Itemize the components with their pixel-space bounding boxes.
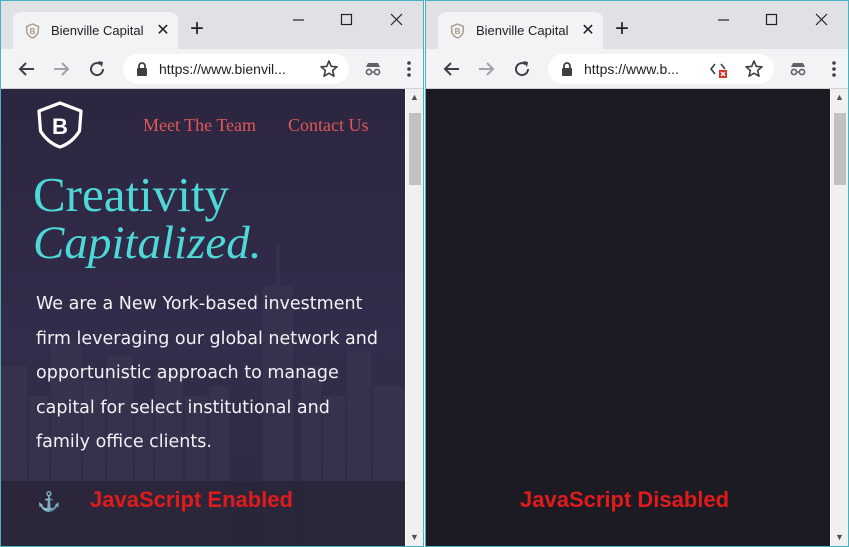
scroll-up-arrow-icon[interactable]: ▲ [406,89,423,106]
bookmark-star-icon[interactable] [319,59,339,79]
new-tab-icon[interactable]: + [610,17,634,41]
address-bar[interactable]: https://www.b... [548,54,774,84]
back-arrow-icon[interactable] [15,57,39,81]
anchor-icon[interactable]: ⚓ [37,490,61,514]
forward-arrow-icon[interactable] [474,57,498,81]
url-text: https://www.b... [584,61,679,77]
javascript-blocked-icon[interactable] [708,59,728,79]
close-tab-icon[interactable]: ✕ [578,21,598,41]
bienville-shield-icon: B [25,23,40,39]
page-content: B Meet The Team Contact Us Creativity Ca… [1,89,405,546]
bienville-logo: B [37,101,83,149]
tab-title: Bienville Capital [476,23,568,38]
caption-javascript-disabled: JavaScript Disabled [520,487,730,512]
new-tab-icon[interactable]: + [185,17,209,41]
scroll-down-arrow-icon[interactable]: ▼ [831,529,848,546]
vertical-scrollbar[interactable]: ▲ ▼ [406,89,423,546]
title-bar: B Bienville Capital ✕ + [1,1,423,49]
lock-icon [137,62,147,76]
intro-paragraph: We are a New York-based investment firm … [36,294,378,452]
browser-tab[interactable]: B Bienville Capital ✕ [438,12,603,49]
minimize-icon[interactable] [285,9,313,31]
svg-text:B: B [30,27,36,36]
scroll-thumb[interactable] [409,113,421,185]
url-text: https://www.bienvil... [159,61,286,77]
lock-icon [562,62,572,76]
page-content-blank: JavaScript Disabled [426,89,830,546]
title-bar: B Bienville Capital ✕ + [426,1,848,49]
incognito-icon[interactable] [361,57,385,81]
address-bar[interactable]: https://www.bienvil... [123,54,349,84]
menu-dots-icon[interactable] [397,57,421,81]
maximize-icon[interactable] [758,9,786,31]
toolbar: https://www.b... [426,49,848,89]
scroll-up-arrow-icon[interactable]: ▲ [831,89,848,106]
reload-icon[interactable] [85,57,109,81]
reload-icon[interactable] [510,57,534,81]
nav-link-contact-us[interactable]: Contact Us [288,115,369,136]
caption-javascript-enabled: JavaScript Enabled [90,487,293,512]
menu-dots-icon[interactable] [822,57,846,81]
tab-title: Bienville Capital [51,23,143,38]
incognito-icon[interactable] [786,57,810,81]
close-window-icon[interactable] [808,9,836,31]
bienville-shield-icon: B [450,23,465,39]
bookmark-star-icon[interactable] [744,59,764,79]
browser-tab[interactable]: B Bienville Capital ✕ [13,12,178,49]
browser-window-js-disabled: B Bienville Capital ✕ + https://www.b...… [425,0,849,547]
svg-text:B: B [52,114,68,139]
back-arrow-icon[interactable] [440,57,464,81]
scroll-thumb[interactable] [834,113,846,185]
close-window-icon[interactable] [383,9,411,31]
toolbar: https://www.bienvil... [1,49,423,89]
hero-heading-line-2: Capitalized. [33,217,262,269]
nav-link-meet-the-team[interactable]: Meet The Team [143,115,256,136]
browser-window-js-enabled: B Bienville Capital ✕ + https://www.bien… [0,0,424,547]
close-tab-icon[interactable]: ✕ [153,21,173,41]
forward-arrow-icon[interactable] [49,57,73,81]
vertical-scrollbar[interactable]: ▲ ▼ [831,89,848,546]
maximize-icon[interactable] [333,9,361,31]
svg-text:B: B [455,27,461,36]
scroll-down-arrow-icon[interactable]: ▼ [406,529,423,546]
minimize-icon[interactable] [710,9,738,31]
